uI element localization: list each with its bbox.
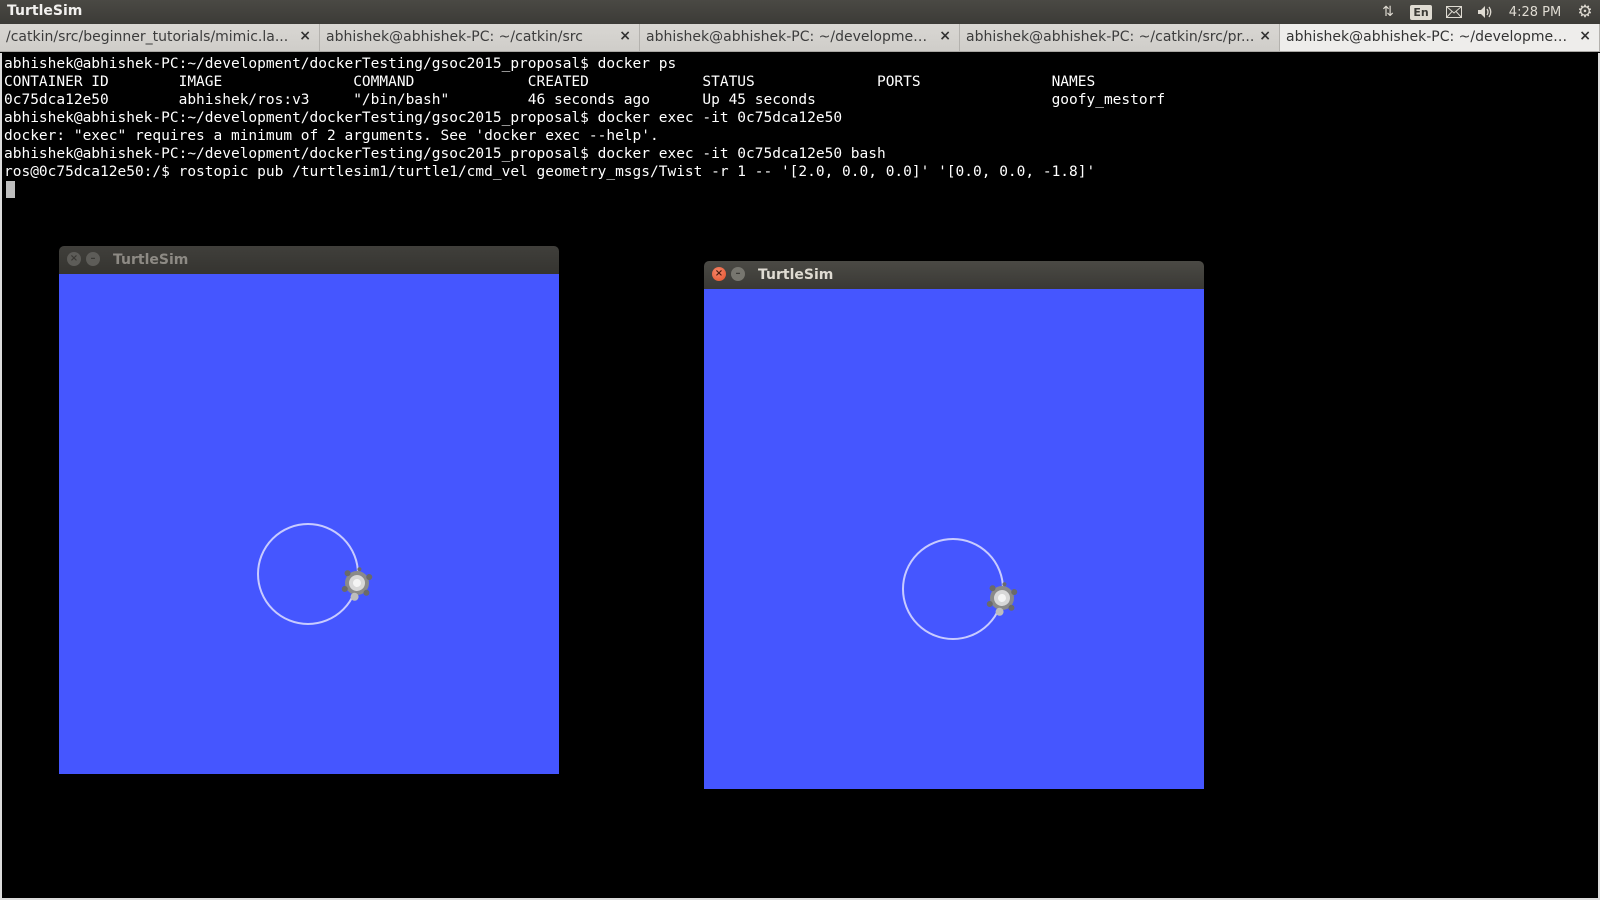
terminal-line: 0c75dca12e50 abhishek/ros:v3 "/bin/bash"… <box>4 92 1166 108</box>
terminal-line: abhishek@abhishek-PC:~/development/docke… <box>4 110 843 126</box>
window-titlebar[interactable]: × – TurtleSim <box>704 261 1204 289</box>
terminal-tab[interactable]: /catkin/src/beginner_tutorials/mimic.la.… <box>0 24 320 51</box>
top-panel: TurtleSim ⇅ En 4:28 PM ⚙ <box>0 0 1600 24</box>
terminal-tab[interactable]: abhishek@abhishek-PC: ~/catkin/src × <box>320 24 640 51</box>
window-titlebar[interactable]: × – TurtleSim <box>59 246 559 274</box>
terminal-line: abhishek@abhishek-PC:~/development/docke… <box>4 56 677 72</box>
terminal-line: ros@0c75dca12e50:/$ rostopic pub /turtle… <box>4 164 1096 180</box>
envelope-glyph <box>1446 6 1462 18</box>
terminal-tab[interactable]: abhishek@abhishek-PC: ~/catkin/src/pr...… <box>960 24 1280 51</box>
network-icon[interactable]: ⇅ <box>1378 0 1398 24</box>
tab-close-icon[interactable]: × <box>1579 28 1591 44</box>
turtlesim-window-left[interactable]: × – TurtleSim <box>59 246 559 774</box>
tab-close-icon[interactable]: × <box>1259 28 1271 44</box>
turtlesim-window-right[interactable]: × – TurtleSim <box>704 261 1204 789</box>
tab-label: /catkin/src/beginner_tutorials/mimic.la.… <box>6 29 289 45</box>
terminal-line: abhishek@abhishek-PC:~/development/docke… <box>4 146 886 162</box>
turtlesim-canvas <box>59 274 559 774</box>
tab-label: abhishek@abhishek-PC: ~/catkin/src <box>326 29 583 45</box>
clock[interactable]: 4:28 PM <box>1505 0 1565 24</box>
window-title: TurtleSim <box>758 267 834 283</box>
terminal-tab[interactable]: abhishek@abhishek-PC: ~/development... × <box>640 24 960 51</box>
tab-label: abhishek@abhishek-PC: ~/catkin/src/pr... <box>966 29 1255 45</box>
minimize-icon[interactable]: – <box>731 267 745 281</box>
terminal-output: abhishek@abhishek-PC:~/development/docke… <box>4 55 1165 181</box>
keyboard-layout-indicator[interactable]: En <box>1410 0 1432 24</box>
speaker-glyph <box>1478 6 1492 18</box>
terminal-tab-bar: /catkin/src/beginner_tutorials/mimic.la.… <box>0 24 1600 52</box>
minimize-icon[interactable]: – <box>86 252 100 266</box>
terminal-line: docker: "exec" requires a minimum of 2 a… <box>4 128 659 144</box>
keyboard-layout-label: En <box>1410 4 1432 20</box>
turtlesim-canvas <box>704 289 1204 789</box>
settings-gear-icon[interactable]: ⚙ <box>1574 0 1596 24</box>
terminal-line: CONTAINER ID IMAGE COMMAND CREATED STATU… <box>4 74 1096 90</box>
sound-icon[interactable] <box>1475 0 1497 24</box>
app-title: TurtleSim <box>7 3 83 19</box>
tab-close-icon[interactable]: × <box>939 28 951 44</box>
tab-label: abhishek@abhishek-PC: ~/development... <box>646 29 935 45</box>
close-icon[interactable]: × <box>712 267 726 281</box>
window-title: TurtleSim <box>113 252 189 268</box>
close-icon[interactable]: × <box>67 252 81 266</box>
mail-icon[interactable] <box>1443 0 1465 24</box>
tab-close-icon[interactable]: × <box>619 28 631 44</box>
tab-label: abhishek@abhishek-PC: ~/development... <box>1286 29 1575 45</box>
terminal-tab-active[interactable]: abhishek@abhishek-PC: ~/development... × <box>1280 24 1600 51</box>
tab-close-icon[interactable]: × <box>299 28 311 44</box>
terminal-cursor <box>6 181 15 198</box>
